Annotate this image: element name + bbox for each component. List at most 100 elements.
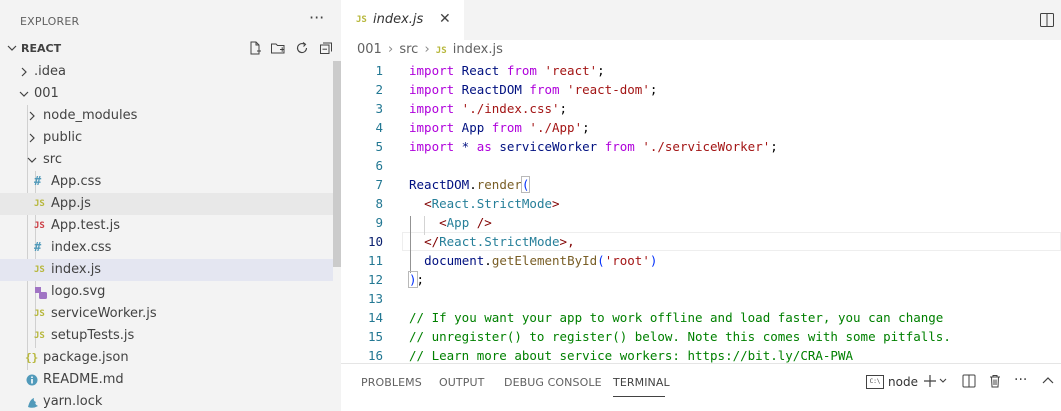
tab-label: index.js <box>373 12 424 27</box>
split-editor-icon[interactable] <box>1040 13 1054 27</box>
line-number: 2 <box>375 82 383 97</box>
tree-file-readme-md[interactable]: README.md <box>0 369 333 391</box>
breadcrumb-folder-001[interactable]: 001 <box>357 42 382 57</box>
tree-folder-001[interactable]: 001 <box>0 83 333 105</box>
chevron-down-icon <box>19 91 29 97</box>
tree-item-label: node_modules <box>43 108 138 123</box>
breadcrumb-separator: › <box>387 42 394 57</box>
code-line: import * as serviceWorker from './servic… <box>409 139 778 154</box>
tree-file-app-css[interactable]: # App.css <box>0 171 333 193</box>
code-token: 'react' <box>536 63 598 78</box>
code-line: import React from 'react'; <box>409 63 605 78</box>
line-number: 12 <box>367 272 383 287</box>
split-terminal-icon[interactable] <box>961 373 977 389</box>
line-number: 13 <box>367 291 383 306</box>
terminal-selector[interactable]: node <box>888 375 918 389</box>
tree-file-logo-svg[interactable]: logo.svg <box>0 281 333 303</box>
chevron-right-icon <box>21 67 27 77</box>
code-token: 'root' <box>604 253 650 268</box>
code-line: // Learn more about service workers: htt… <box>409 348 854 363</box>
code-token: serviceWorker <box>491 139 605 154</box>
chevron-up-icon[interactable] <box>1040 373 1056 389</box>
code-token: >, <box>559 234 575 249</box>
chevron-down-icon <box>27 157 37 163</box>
tree-folder-idea[interactable]: .idea <box>0 61 333 83</box>
refresh-icon[interactable] <box>294 40 310 56</box>
breadcrumb-separator: › <box>424 42 430 57</box>
code-token: ReactDOM <box>454 82 530 97</box>
breadcrumb-file[interactable]: index.js <box>453 42 503 57</box>
code-token: </ <box>424 234 440 249</box>
code-token: getElementById <box>491 253 598 268</box>
tab-index-js[interactable]: JS index.js ✕ <box>341 0 464 40</box>
tree-item-label: App.css <box>51 174 102 189</box>
js-file-icon: JS <box>34 199 45 209</box>
code-token: < <box>439 215 447 230</box>
breadcrumb: 001 › src › JS index.js <box>357 42 505 60</box>
line-number: 16 <box>367 348 383 363</box>
code-line: import './index.css'; <box>409 101 567 116</box>
code-token: import <box>409 63 455 78</box>
code-token: App <box>446 215 470 230</box>
collapse-all-icon[interactable] <box>318 40 334 56</box>
breadcrumb-folder-src[interactable]: src <box>399 42 418 57</box>
tree-item-label: README.md <box>43 372 124 387</box>
tree-file-index-js[interactable]: JS index.js <box>0 259 333 281</box>
chevron-down-icon[interactable] <box>938 373 948 389</box>
code-editor[interactable]: 001 › src › JS index.js 1 2 3 4 5 6 7 8 … <box>341 40 1061 363</box>
code-token: import <box>409 82 455 97</box>
tree-item-label: 001 <box>34 86 59 101</box>
code-token: . <box>469 177 477 192</box>
code-token: './index.css' <box>454 101 560 116</box>
terminal-icon: C:\ <box>866 375 884 389</box>
line-number: 5 <box>375 139 383 154</box>
more-actions-icon[interactable]: ··· <box>309 8 324 27</box>
close-icon[interactable]: ✕ <box>439 11 451 27</box>
code-line: document.getElementById('root') <box>409 253 657 268</box>
editor-tab-bar: JS index.js ✕ <box>341 0 1061 40</box>
new-folder-icon[interactable] <box>270 40 286 56</box>
new-terminal-icon[interactable] <box>922 373 938 389</box>
code-line: import ReactDOM from 'react-dom'; <box>409 82 657 97</box>
json-file-icon: {} <box>25 351 39 364</box>
editor-scrollbar[interactable] <box>1051 40 1061 363</box>
workspace-folder-header[interactable]: REACT <box>0 38 341 60</box>
sidebar-scrollbar[interactable] <box>333 61 341 267</box>
more-actions-icon[interactable]: ··· <box>1014 372 1027 388</box>
tree-item-label: .idea <box>34 64 66 79</box>
tree-folder-src[interactable]: src <box>0 149 333 171</box>
tab-problems[interactable]: PROBLEMS <box>361 376 422 389</box>
tab-terminal[interactable]: TERMINAL <box>613 376 670 389</box>
tree-file-setup-tests-js[interactable]: JS setupTests.js <box>0 325 333 347</box>
tree-item-label: package.json <box>43 350 129 365</box>
tree-item-label: setupTests.js <box>51 328 135 343</box>
line-number: 4 <box>375 120 383 135</box>
tree-file-package-json[interactable]: {} package.json <box>0 347 333 369</box>
line-number: 3 <box>375 101 383 116</box>
tree-file-yarn-lock[interactable]: yarn.lock <box>0 391 333 411</box>
code-token: ; <box>770 139 778 154</box>
tree-folder-public[interactable]: public <box>0 127 333 149</box>
tree-file-app-js[interactable]: JS App.js <box>0 193 333 215</box>
tree-folder-node-modules[interactable]: node_modules <box>0 105 333 127</box>
js-file-icon: JS <box>34 331 45 341</box>
code-token: React.StrictMode <box>439 234 560 249</box>
code-line: import App from './App'; <box>409 120 590 135</box>
tree-file-app-test-js[interactable]: JS App.test.js <box>0 215 333 237</box>
explorer-sidebar: EXPLORER ··· REACT .idea 001 node_module… <box>0 0 341 411</box>
code-token: ( <box>520 176 531 193</box>
code-token: React <box>454 63 507 78</box>
tab-debug-console[interactable]: DEBUG CONSOLE <box>504 376 602 389</box>
tree-item-label: index.js <box>51 262 102 277</box>
code-token: 'react-dom' <box>559 82 650 97</box>
tab-output[interactable]: OUTPUT <box>439 376 484 389</box>
trash-icon[interactable] <box>987 373 1003 389</box>
tree-file-index-css[interactable]: # index.css <box>0 237 333 259</box>
code-token: ( <box>597 253 605 268</box>
tree-file-service-worker-js[interactable]: JS serviceWorker.js <box>0 303 333 325</box>
line-number: 9 <box>375 215 383 230</box>
new-file-icon[interactable] <box>247 40 263 56</box>
line-number: 6 <box>375 158 383 173</box>
code-token: import <box>409 139 455 154</box>
code-token: ) <box>408 271 418 288</box>
